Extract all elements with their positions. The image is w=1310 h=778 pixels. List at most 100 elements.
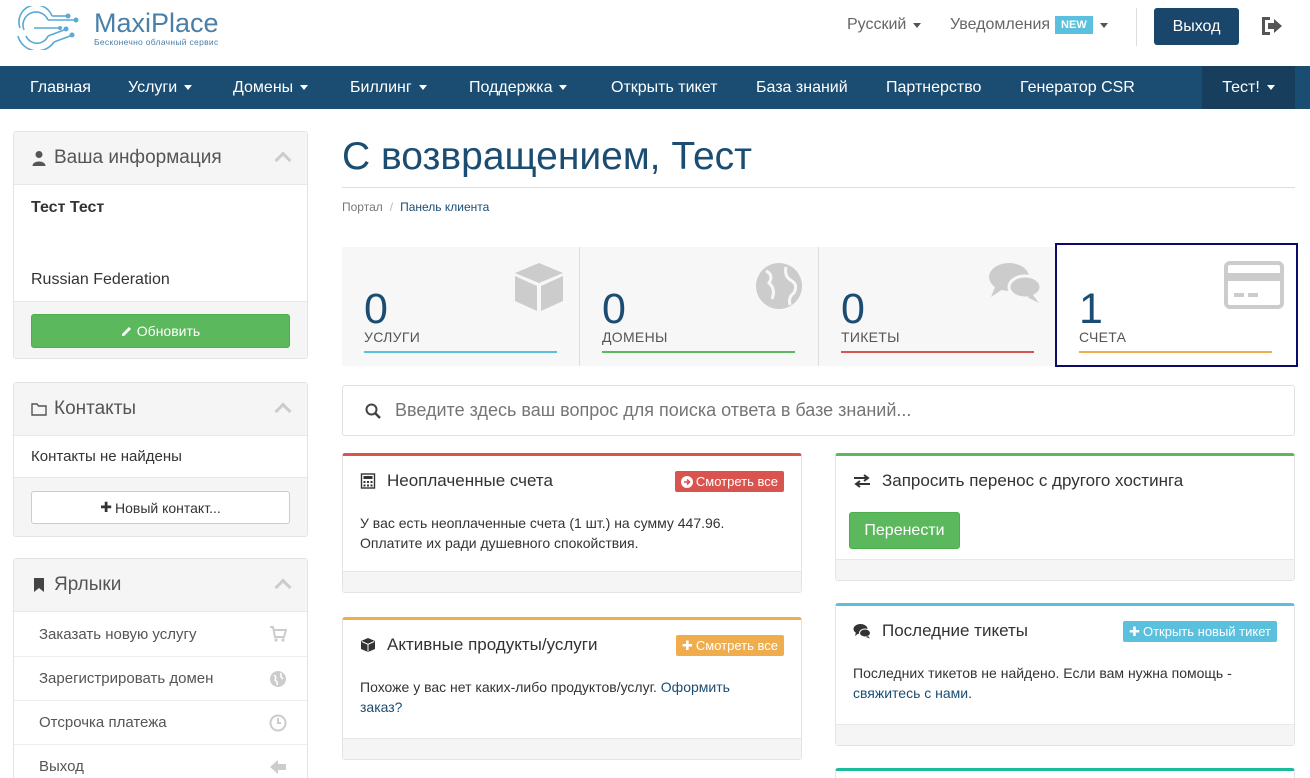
comments-icon [989, 263, 1043, 303]
nav-item-support[interactable]: Поддержка [469, 66, 568, 109]
kb-search [342, 385, 1295, 436]
active-products-text: Похоже у вас нет каких-либо продуктов/ус… [360, 679, 657, 695]
globe-icon [756, 263, 802, 309]
card-footer [836, 724, 1294, 745]
language-dropdown[interactable]: Русский [847, 16, 922, 34]
chevron-up-icon[interactable] [274, 151, 292, 169]
tile-invoices[interactable]: 1 СЧЕТА [1055, 243, 1298, 367]
nav-item-billing[interactable]: Биллинг [350, 66, 427, 109]
nav-label: Домены [233, 79, 294, 96]
chevron-up-icon[interactable] [274, 578, 292, 596]
open-new-ticket-button[interactable]: ✚ Открыть новый тикет [1123, 621, 1277, 642]
title-divider [342, 187, 1295, 188]
tile-services[interactable]: 0 УСЛУГИ [342, 247, 580, 366]
logo[interactable]: MaxiPlace Бесконечно облачный сервис [14, 6, 234, 50]
tile-domains[interactable]: 0 ДОМЕНЫ [580, 247, 818, 366]
logout-button[interactable]: Выход [1154, 8, 1239, 45]
shortcut-register-domain[interactable]: Зарегистрировать домен [14, 656, 307, 700]
recent-tickets-body: Последних тикетов не найдено. Если вам н… [836, 656, 1294, 703]
tile-value: 0 [841, 285, 865, 333]
folder-icon [31, 403, 47, 416]
notifications-label: Уведомления [950, 16, 1051, 33]
globe-icon [270, 671, 286, 687]
new-contact-button[interactable]: ✚ Новый контакт... [31, 491, 290, 524]
order-link-part-2[interactable]: заказ? [360, 699, 402, 715]
nav-label: Поддержка [469, 79, 553, 96]
nav-item-affiliates[interactable]: Партнерство [886, 66, 981, 109]
nav-item-domains[interactable]: Домены [233, 66, 309, 109]
shopping-cart-icon [270, 626, 287, 642]
unpaid-invoices-body: У вас есть неоплаченные счета (1 шт.) на… [343, 506, 801, 553]
chevron-down-icon [559, 85, 568, 90]
language-label: Русский [847, 16, 907, 33]
your-info-header[interactable]: Ваша информация [14, 132, 307, 185]
active-products-card: Активные продукты/услуги ✚ Смотреть все … [342, 617, 802, 760]
nav-item-home[interactable]: Главная [30, 66, 91, 109]
notifications-dropdown[interactable]: Уведомления NEW [950, 16, 1108, 34]
pencil-icon [121, 327, 131, 336]
tile-tickets[interactable]: 0 ТИКЕТЫ [819, 247, 1057, 366]
breadcrumb-home[interactable]: Портал [342, 200, 383, 214]
view-all-invoices-button[interactable]: Смотреть все [674, 471, 784, 492]
cube-icon [515, 263, 563, 311]
tile-label: СЧЕТА [1079, 329, 1127, 345]
next-card [835, 768, 1295, 778]
nav-label: Услуги [128, 79, 178, 96]
unpaid-invoices-title: Неоплаченные счета [387, 471, 553, 490]
nav-item-knowledgebase[interactable]: База знаний [756, 66, 848, 109]
recent-tickets-header: Последние тикеты ✚ Открыть новый тикет [836, 606, 1294, 656]
active-products-header: Активные продукты/услуги ✚ Смотреть все [343, 620, 801, 670]
nav-label: База знаний [756, 79, 848, 96]
contacts-panel: Контакты Контакты не найдены ✚ Новый кон… [13, 382, 308, 537]
shortcut-payment-delay[interactable]: Отсрочка платежа [14, 700, 307, 744]
chevron-up-icon[interactable] [274, 402, 292, 420]
recent-tickets-title: Последние тикеты [882, 621, 1028, 640]
recent-tickets-text: Последних тикетов не найдено. Если вам н… [853, 665, 1232, 681]
new-contact-label: Новый контакт... [114, 499, 221, 516]
contact-us-link[interactable]: свяжитесь с нами [853, 685, 968, 701]
shortcuts-header[interactable]: Ярлыки [14, 559, 307, 612]
nav-label: Партнерство [886, 79, 982, 96]
clock-icon [269, 714, 287, 732]
search-icon [365, 403, 381, 419]
sign-out-icon[interactable] [1260, 15, 1284, 37]
view-all-label: Смотреть все [695, 638, 778, 653]
view-all-products-button[interactable]: ✚ Смотреть все [676, 635, 784, 656]
nav-item-open-ticket[interactable]: Открыть тикет [611, 66, 717, 109]
unpaid-invoices-card: Неоплаченные счета Смотреть все У вас ес… [342, 453, 802, 593]
tile-underline [602, 351, 795, 353]
tile-value: 0 [364, 285, 388, 333]
unpaid-invoices-header: Неоплаченные счета Смотреть все [343, 456, 801, 506]
contacts-title: Контакты [54, 398, 137, 419]
transfer-button[interactable]: Перенести [849, 512, 960, 549]
view-all-label: Смотреть все [695, 474, 778, 489]
card-footer [343, 571, 801, 592]
recent-tickets-card: Последние тикеты ✚ Открыть новый тикет П… [835, 603, 1295, 746]
contacts-header[interactable]: Контакты [14, 383, 307, 436]
page-title: С возвращением, Тест [342, 135, 753, 178]
shortcut-order-service[interactable]: Заказать новую услугу [14, 612, 307, 656]
breadcrumb-current[interactable]: Панель клиента [400, 200, 489, 214]
client-name: Тест Тест [31, 199, 105, 216]
chevron-down-icon [1266, 85, 1275, 90]
nav-item-csr-generator[interactable]: Генератор CSR [1020, 66, 1135, 109]
chevron-down-icon [418, 85, 427, 90]
contacts-footer: ✚ Новый контакт... [14, 477, 307, 536]
logo-icon [17, 6, 79, 50]
nav-label: Главная [30, 79, 91, 96]
update-button[interactable]: Обновить [31, 314, 290, 348]
kb-search-input[interactable] [395, 400, 1275, 421]
tile-label: ТИКЕТЫ [841, 329, 900, 345]
brand-name: MaxiPlace [94, 8, 219, 38]
your-info-title: Ваша информация [54, 147, 222, 168]
nav-item-services[interactable]: Услуги [128, 66, 193, 109]
shortcut-logout[interactable]: Выход [14, 744, 307, 778]
recent-tickets-period: . [968, 685, 973, 701]
arrow-left-icon [270, 760, 286, 774]
shortcut-label: Выход [39, 758, 84, 775]
order-link-part-1[interactable]: Оформить [661, 679, 730, 695]
stat-tiles: 0 УСЛУГИ 0 ДОМЕНЫ 0 ТИКЕТЫ 1 СЧЕТА [342, 243, 1298, 367]
comments-icon [853, 624, 871, 639]
nav-user-menu[interactable]: Тест! [1202, 66, 1295, 109]
card-footer [836, 559, 1294, 580]
